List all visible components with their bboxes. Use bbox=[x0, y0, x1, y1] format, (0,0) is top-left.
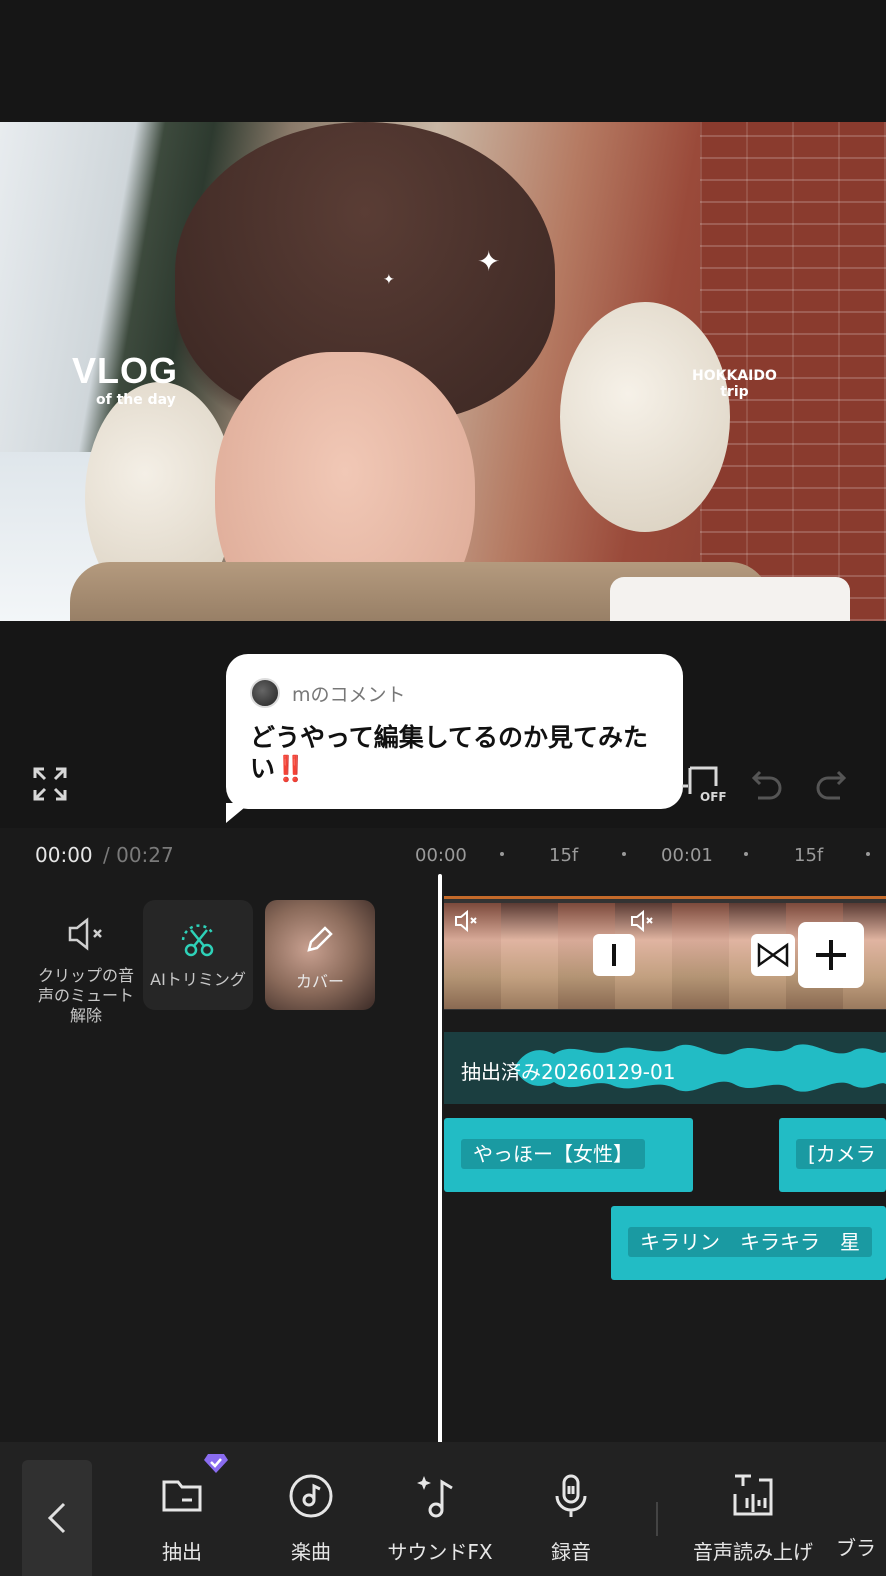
music-label: 楽曲 bbox=[291, 1540, 331, 1564]
text-clip[interactable]: [カメラ bbox=[779, 1118, 886, 1192]
audio-track-label: 抽出済み20260129-01 bbox=[461, 1060, 676, 1084]
unmute-clip-audio-label: クリップの音声のミュート解除 bbox=[38, 966, 135, 1025]
sparkle-icon: ✦ bbox=[477, 245, 501, 278]
keyframe-state: OFF bbox=[700, 790, 727, 804]
chevron-left-icon bbox=[47, 1502, 66, 1534]
ruler-dot bbox=[866, 852, 870, 856]
more-tool-button[interactable]: ブラ bbox=[836, 1472, 886, 1561]
sound-fx-label: サウンドFX bbox=[387, 1540, 493, 1564]
back-button[interactable] bbox=[22, 1460, 92, 1576]
music-disc-icon bbox=[289, 1474, 333, 1518]
sound-fx-button[interactable]: サウンドFX bbox=[382, 1472, 498, 1565]
vlog-overlay-subtitle: of the day bbox=[96, 392, 176, 408]
text-to-speech-icon bbox=[733, 1474, 773, 1516]
comment-body: どうやって編集してるのか見てみたい bbox=[250, 723, 649, 783]
location-line-1: HOKKAIDO bbox=[692, 368, 777, 384]
vlog-overlay-title: VLOG bbox=[72, 350, 179, 391]
toolbar-divider bbox=[656, 1502, 658, 1536]
more-tool-label: ブラ bbox=[836, 1536, 876, 1560]
sparkle-small-icon: ✦ bbox=[383, 272, 395, 288]
coffee-cup bbox=[610, 577, 850, 621]
earmuff-right bbox=[560, 302, 730, 532]
clip-muted-icon bbox=[631, 909, 653, 933]
cover-label: カバー bbox=[295, 972, 344, 991]
timeline[interactable]: 00:00 / 00:27 00:00 15f 00:01 15f クリップの音… bbox=[0, 828, 886, 1444]
ai-trimming-button[interactable]: AIトリミング bbox=[143, 900, 253, 1010]
comment-header: mのコメント bbox=[250, 678, 659, 708]
ai-trimming-label: AIトリミング bbox=[150, 970, 246, 989]
text-to-speech-label: 音声読み上げ bbox=[693, 1540, 813, 1564]
ruler-tick-label: 00:00 bbox=[415, 845, 467, 866]
text-clip-label: キラリン キラキラ 星 bbox=[628, 1227, 872, 1257]
undo-icon[interactable] bbox=[750, 766, 784, 800]
text-to-speech-button[interactable]: 音声読み上げ bbox=[686, 1472, 820, 1565]
clip-muted-icon bbox=[455, 909, 477, 933]
location-line-2: trip bbox=[720, 384, 749, 400]
comment-text: どうやって編集してるのか見てみたい‼️ bbox=[250, 722, 659, 784]
fullscreen-icon[interactable] bbox=[32, 766, 68, 802]
record-label: 録音 bbox=[551, 1540, 591, 1564]
ai-scissors-icon bbox=[181, 924, 215, 957]
comment-tail bbox=[226, 803, 250, 823]
folder-icon bbox=[162, 1480, 202, 1512]
current-time: 00:00 bbox=[35, 843, 93, 867]
cover-button[interactable]: カバー bbox=[265, 900, 375, 1010]
audio-track[interactable]: 抽出済み20260129-01 bbox=[444, 1032, 886, 1104]
ruler-tick-label: 15f bbox=[794, 845, 824, 866]
transition-icon[interactable] bbox=[751, 934, 795, 976]
music-button[interactable]: 楽曲 bbox=[282, 1472, 340, 1565]
double-exclamation-icon: ‼️ bbox=[275, 754, 307, 783]
text-clip[interactable]: キラリン キラキラ 星 bbox=[611, 1206, 886, 1280]
ruler-dot bbox=[622, 852, 626, 856]
ruler-dot bbox=[500, 852, 504, 856]
video-frame-thumbnail bbox=[672, 903, 729, 1009]
bottom-toolbar: 抽出 楽曲 サウンドFX 録音 音声読み上げ ブラ bbox=[0, 1442, 886, 1576]
ruler-tick-label: 00:01 bbox=[661, 845, 713, 866]
unmute-clip-audio-button[interactable]: クリップの音声のミュート解除 bbox=[38, 916, 134, 1026]
time-separator: / bbox=[103, 843, 110, 867]
total-time: / 00:27 bbox=[103, 843, 174, 867]
add-clip-button[interactable] bbox=[798, 922, 864, 988]
text-clip-label: やっほー【女性】 bbox=[461, 1139, 645, 1169]
ruler-tick-label: 15f bbox=[549, 845, 579, 866]
text-clip[interactable]: やっほー【女性】 bbox=[444, 1118, 693, 1192]
video-preview[interactable]: VLOG of the day HOKKAIDO trip ✦ ✦ bbox=[0, 122, 886, 621]
speaker-muted-icon bbox=[68, 917, 102, 951]
extract-label: 抽出 bbox=[162, 1540, 202, 1564]
premium-gem-icon bbox=[204, 1454, 228, 1473]
video-frame-thumbnail bbox=[501, 903, 558, 1009]
sound-fx-icon bbox=[417, 1476, 453, 1518]
text-clip-label: [カメラ bbox=[796, 1139, 886, 1169]
avatar bbox=[250, 678, 280, 708]
split-marker-icon[interactable] bbox=[593, 934, 635, 976]
comment-bubble: mのコメント どうやって編集してるのか見てみたい‼️ bbox=[226, 654, 683, 823]
redo-icon[interactable] bbox=[814, 766, 848, 800]
ruler-dot bbox=[744, 852, 748, 856]
total-duration: 00:27 bbox=[116, 843, 174, 867]
comment-author: mのコメント bbox=[292, 683, 406, 706]
location-overlay: HOKKAIDO trip bbox=[692, 368, 777, 400]
pencil-icon bbox=[307, 926, 333, 952]
keyframe-off-icon[interactable]: OFF bbox=[680, 764, 728, 806]
playhead[interactable] bbox=[438, 874, 442, 1444]
microphone-icon bbox=[555, 1474, 587, 1517]
extract-button[interactable]: 抽出 bbox=[153, 1472, 211, 1565]
record-button[interactable]: 録音 bbox=[545, 1472, 597, 1565]
